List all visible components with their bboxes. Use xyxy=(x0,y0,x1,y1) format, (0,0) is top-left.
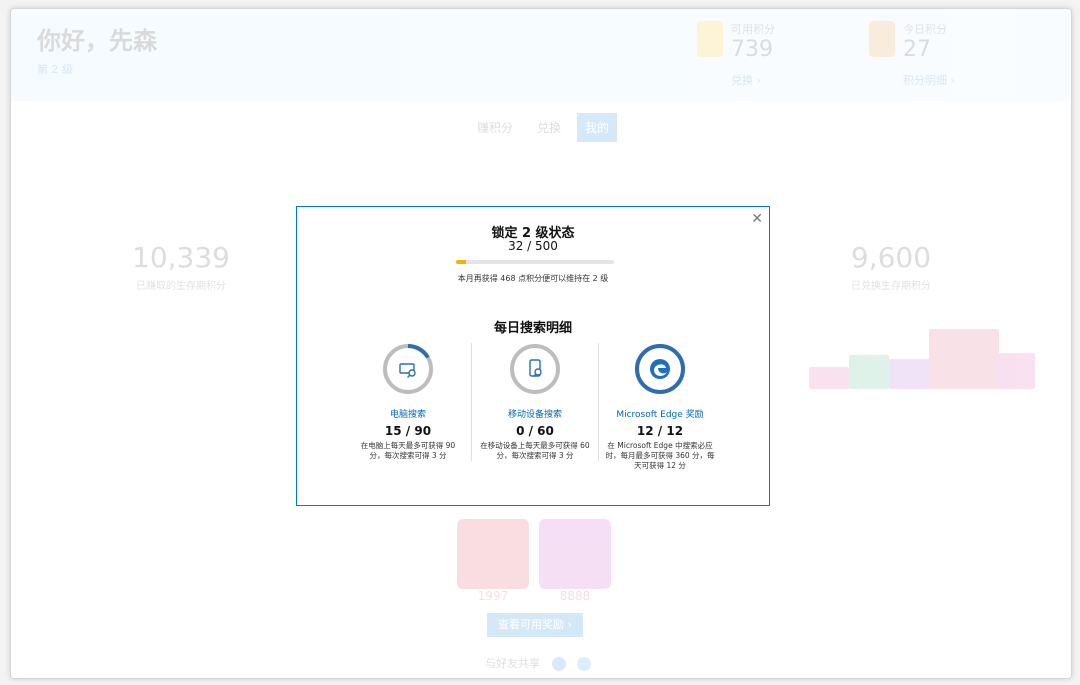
pc-search-column: 电脑搜索 15 / 90 在电脑上每天最多可获得 90 分，每次搜索可得 3 分 xyxy=(345,343,471,461)
level-progress-fill xyxy=(456,260,467,264)
twitter-icon[interactable] xyxy=(577,657,591,671)
redeem-link[interactable]: 兑换 › xyxy=(697,72,837,88)
today-points: 今日积分 27 积分明细 › xyxy=(869,21,1009,88)
tab-redeem[interactable]: 兑换 xyxy=(529,113,569,142)
pc-search-note: 在电脑上每天最多可获得 90 分，每次搜索可得 3 分 xyxy=(360,441,456,460)
edge-logo-icon xyxy=(650,359,670,379)
mobile-search-column: 移动设备搜索 0 / 60 在移动设备上每天最多可获得 60 分，每次搜索可得 … xyxy=(471,343,599,461)
view-rewards-button[interactable]: 查看可用奖励 › xyxy=(487,613,583,637)
hero-banner: 你好，先森 第 2 级 可用积分 739 兑换 › 今日积分 27 积分明细 › xyxy=(11,9,1071,101)
level-progress-bar xyxy=(456,260,614,264)
share-label: 与好友共享 xyxy=(485,657,540,670)
pc-search-progress-ring xyxy=(383,344,433,394)
tab-bar: 赚积分 兑换 我的 xyxy=(469,113,618,142)
edge-bonus-progress-ring xyxy=(635,344,685,394)
progress-count: 32 / 500 xyxy=(508,239,558,253)
share-with-friends: 与好友共享 xyxy=(485,655,591,671)
medal-icon xyxy=(697,21,723,57)
mobile-search-link[interactable]: 移动设备搜索 xyxy=(472,407,598,420)
mobile-search-icon xyxy=(529,359,542,377)
tab-earn[interactable]: 赚积分 xyxy=(469,113,521,142)
progress-note: 本月再获得 468 点积分便可以维持在 2 级 xyxy=(457,274,609,283)
mobile-search-note: 在移动设备上每天最多可获得 60 分，每次搜索可得 3 分 xyxy=(480,441,590,460)
reward-card-2[interactable]: 8888 xyxy=(539,519,611,603)
reward-card-1[interactable]: 1997 xyxy=(457,519,529,603)
level-status-dialog: ✕ 锁定 2 级状态 32 / 500 本月再获得 468 点积分便可以维持在 … xyxy=(296,206,770,506)
daily-search-title: 每日搜索明细 xyxy=(493,321,572,336)
pc-search-icon xyxy=(399,363,416,378)
mobile-search-value: 0 / 60 xyxy=(516,424,554,438)
edge-bonus-note: 在 Microsoft Edge 中搜索必应时，每月最多可获得 360 分，每天… xyxy=(605,441,715,470)
pc-search-link[interactable]: 电脑搜索 xyxy=(345,407,471,420)
edge-bonus-column: Microsoft Edge 奖励 12 / 12 在 Microsoft Ed… xyxy=(597,343,723,471)
tab-mine[interactable]: 我的 xyxy=(577,113,618,142)
lifetime-earned-value: 10,339 xyxy=(132,241,230,274)
points-detail-link[interactable]: 积分明细 › xyxy=(869,72,1009,88)
reward-card-1-points: 1997 xyxy=(477,589,509,603)
edge-bonus-link[interactable]: Microsoft Edge 奖励 xyxy=(597,407,723,420)
facebook-icon[interactable] xyxy=(551,657,566,671)
mobile-search-progress-ring xyxy=(510,344,560,394)
lifetime-earned-label: 已赚取的生存期积分 xyxy=(136,281,226,292)
edge-bonus-value: 12 / 12 xyxy=(636,424,684,438)
lifetime-redeemed-label: 已兑换生存期积分 xyxy=(851,281,931,292)
pc-search-value: 15 / 90 xyxy=(384,424,432,438)
stack-icon xyxy=(869,21,895,57)
available-points: 可用积分 739 兑换 › xyxy=(697,21,837,88)
shopping-gifts-illustration xyxy=(809,321,1039,389)
browser-frame: 你好，先森 第 2 级 可用积分 739 兑换 › 今日积分 27 积分明细 ›… xyxy=(10,8,1072,679)
reward-card-2-points: 8888 xyxy=(559,589,591,603)
level-label[interactable]: 第 2 级 xyxy=(37,61,73,77)
lifetime-redeemed-value: 9,600 xyxy=(850,241,932,274)
greeting: 你好，先森 xyxy=(37,27,157,55)
